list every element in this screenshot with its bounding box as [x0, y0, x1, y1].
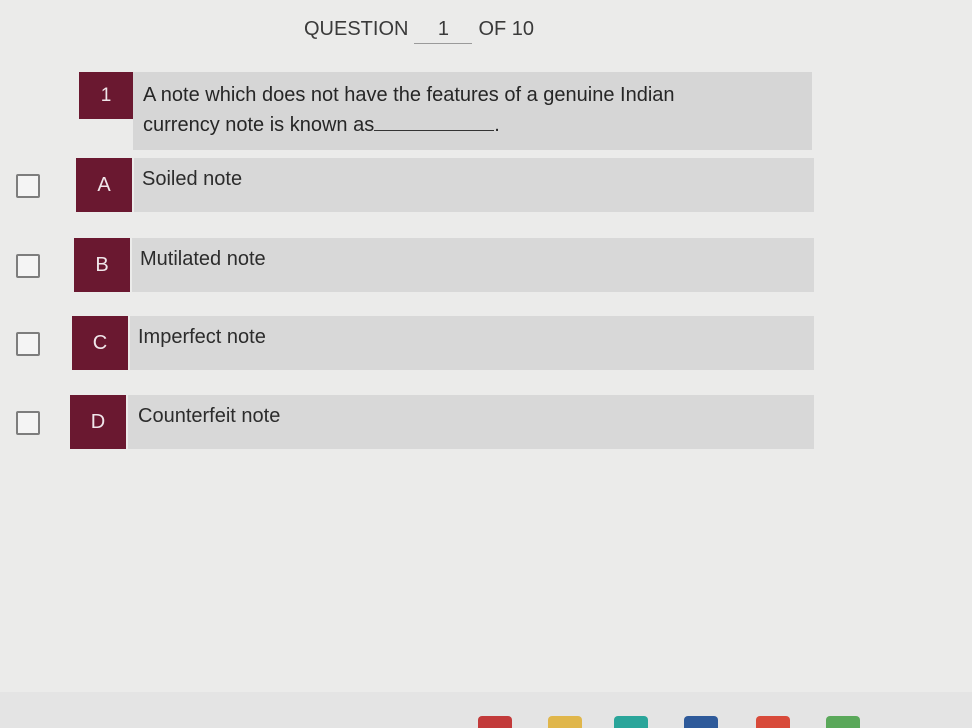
option-d-checkbox[interactable]	[16, 411, 40, 435]
option-d[interactable]: D Counterfeit note	[0, 395, 820, 453]
question-number-badge: 1	[79, 72, 133, 119]
option-c-letter-badge: C	[72, 316, 128, 370]
option-a-letter-badge: A	[76, 158, 132, 212]
excel-icon[interactable]	[826, 716, 860, 728]
question-text-line1: A note which does not have the features …	[143, 84, 675, 106]
option-b-checkbox[interactable]	[16, 254, 40, 278]
folder-icon[interactable]	[548, 716, 582, 728]
current-question-number: 1	[414, 18, 473, 44]
taskbar	[0, 692, 972, 728]
question-text-end: .	[494, 114, 500, 136]
edge-icon[interactable]	[614, 716, 648, 728]
option-a-text: Soiled note	[142, 168, 243, 190]
question-text-line2: currency note is known as	[143, 114, 375, 136]
option-b[interactable]: B Mutilated note	[0, 238, 820, 296]
question-counter: QUESTION 1 OF 10	[304, 18, 534, 44]
store-icon[interactable]	[684, 716, 718, 728]
total-questions: OF 10	[478, 18, 535, 40]
answer-blank	[374, 112, 495, 131]
option-b-letter-badge: B	[74, 238, 130, 292]
option-d-text: Counterfeit note	[138, 405, 281, 427]
option-c-text: Imperfect note	[138, 326, 266, 348]
question-card: 1 A note which does not have the feature…	[79, 72, 812, 150]
option-b-text: Mutilated note	[140, 248, 266, 270]
chrome-icon[interactable]	[756, 716, 790, 728]
option-a[interactable]: A Soiled note	[0, 158, 820, 216]
option-c-checkbox[interactable]	[16, 332, 40, 356]
option-a-checkbox[interactable]	[16, 174, 40, 198]
option-c[interactable]: C Imperfect note	[0, 316, 820, 374]
taskbar-app-icon[interactable]	[478, 716, 512, 728]
option-d-letter-badge: D	[70, 395, 126, 449]
question-text: A note which does not have the features …	[143, 80, 762, 140]
question-label: QUESTION	[304, 18, 409, 40]
